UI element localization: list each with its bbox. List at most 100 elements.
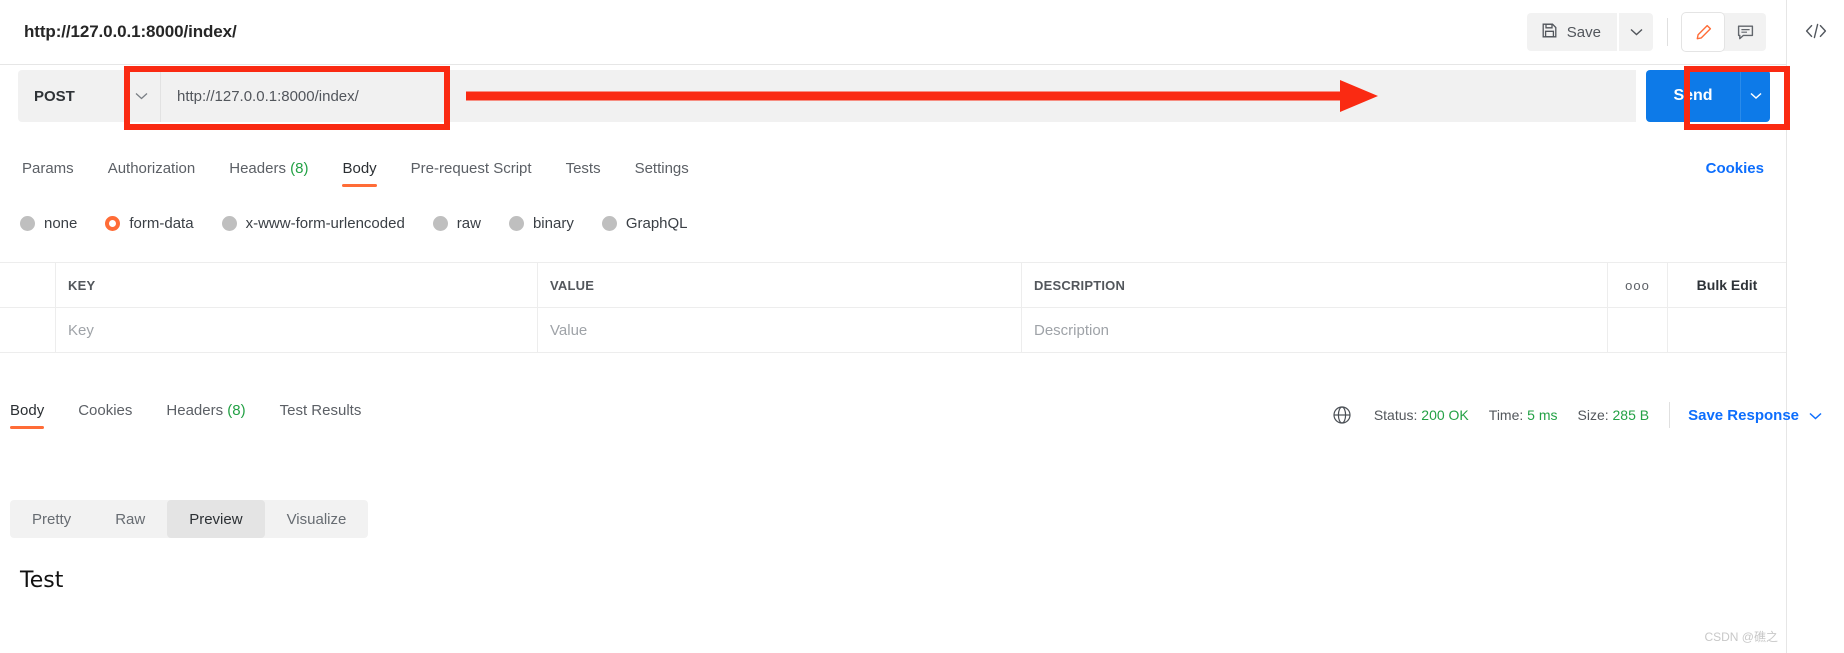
save-response-chevron-down-icon: [1809, 407, 1822, 424]
save-button[interactable]: Save: [1526, 13, 1617, 51]
radio-icon-form-data: [105, 215, 121, 231]
header-actions: Save: [1526, 13, 1786, 51]
row-options-cell: [1608, 308, 1668, 352]
save-options-chevron-down-icon[interactable]: [1617, 13, 1653, 51]
page-title: http://127.0.0.1:8000/index/: [24, 22, 237, 41]
radio-icon-graphql: [601, 215, 617, 231]
header-icon-group: [1682, 13, 1766, 51]
view-mode-pretty[interactable]: Pretty: [10, 500, 93, 538]
tab-authorization-label: Authorization: [107, 160, 196, 177]
body-type-form-data[interactable]: form-data: [105, 214, 194, 232]
table-header-row: KEY VALUE DESCRIPTION ooo Bulk Edit: [0, 263, 1786, 308]
response-tab-cookies[interactable]: Cookies: [78, 402, 132, 429]
body-type-none-label: none: [44, 214, 78, 232]
tab-settings[interactable]: Settings: [635, 160, 689, 187]
tab-headers-count: (8): [290, 160, 309, 177]
response-size: Size: 285 B: [1578, 407, 1650, 423]
body-type-urlencoded[interactable]: x-www-form-urlencoded: [221, 214, 405, 232]
tab-pre-request-script[interactable]: Pre-request Script: [411, 160, 532, 187]
body-type-none[interactable]: none: [20, 215, 77, 232]
tab-headers[interactable]: Headers (8): [229, 160, 308, 187]
body-type-graphql-label: GraphQL: [625, 214, 688, 232]
tab-headers-label: Headers: [229, 160, 286, 177]
method-chevron-down-icon: [135, 87, 148, 105]
table-options-ellipsis-icon[interactable]: ooo: [1608, 263, 1668, 307]
time-label: Time:: [1488, 407, 1524, 423]
bulk-edit-button[interactable]: Bulk Edit: [1668, 263, 1786, 307]
response-tab-cookies-label: Cookies: [78, 402, 133, 419]
postman-window: http://127.0.0.1:8000/index/ Save POST h…: [0, 0, 1844, 653]
response-tab-body[interactable]: Body: [10, 402, 45, 429]
radio-icon-urlencoded: [221, 215, 237, 231]
row-value-cell[interactable]: Value: [538, 308, 1022, 352]
row-value-placeholder: Value: [550, 321, 588, 339]
save-response-label: Save Response: [1688, 406, 1799, 424]
tab-tests-label: Tests: [565, 160, 601, 177]
response-tab-headers[interactable]: Headers (8): [166, 402, 245, 429]
http-method-selector[interactable]: POST: [18, 70, 160, 122]
body-type-raw[interactable]: raw: [432, 214, 481, 232]
send-options-chevron-down-icon[interactable]: [1740, 70, 1770, 122]
header-divider: [1667, 18, 1668, 46]
status-value: 200 OK: [1421, 407, 1469, 423]
response-tab-test-results-label: Test Results: [279, 402, 362, 419]
right-sidebar: [1786, 0, 1844, 653]
table-header-gutter: [0, 263, 56, 307]
tab-params-label: Params: [22, 160, 74, 177]
size-label: Size:: [1577, 407, 1609, 423]
request-header: http://127.0.0.1:8000/index/ Save: [0, 0, 1786, 65]
save-button-label: Save: [1566, 23, 1601, 41]
body-type-radio-group: none form-data x-www-form-urlencoded raw…: [20, 208, 716, 238]
column-header-value: VALUE: [538, 263, 1022, 307]
save-response-button[interactable]: Save Response: [1688, 407, 1822, 424]
view-mode-preview[interactable]: Preview: [167, 500, 265, 538]
body-type-raw-label: raw: [456, 214, 481, 232]
column-header-description: DESCRIPTION: [1022, 263, 1608, 307]
view-mode-raw[interactable]: Raw: [93, 500, 167, 538]
code-brackets-icon[interactable]: [1798, 14, 1834, 48]
body-type-binary-label: binary: [532, 214, 574, 232]
response-tab-body-label: Body: [10, 402, 45, 419]
response-view-mode-group: Pretty Raw Preview Visualize: [10, 500, 369, 538]
response-time: Time: 5 ms: [1489, 407, 1558, 423]
size-value: 285 B: [1612, 407, 1650, 423]
tab-authorization[interactable]: Authorization: [108, 160, 196, 187]
view-mode-visualize[interactable]: Visualize: [265, 500, 369, 538]
row-description-cell[interactable]: Description: [1022, 308, 1608, 352]
tab-body-label: Body: [342, 160, 377, 177]
body-type-urlencoded-label: x-www-form-urlencoded: [245, 214, 405, 232]
table-row: Key Value Description: [0, 308, 1786, 353]
body-type-graphql[interactable]: GraphQL: [601, 214, 688, 232]
send-button-group: Send: [1646, 70, 1770, 122]
status-label: Status:: [1373, 407, 1418, 423]
status-divider: [1669, 402, 1671, 428]
save-button-group: Save: [1526, 13, 1653, 51]
pencil-icon[interactable]: [1682, 13, 1724, 51]
tab-body[interactable]: Body: [342, 160, 377, 187]
column-header-value-label: VALUE: [550, 277, 595, 293]
row-description-placeholder: Description: [1034, 321, 1110, 339]
send-button[interactable]: Send: [1646, 70, 1740, 122]
request-tabs: Params Authorization Headers (8) Body Pr…: [0, 160, 1786, 202]
response-tab-test-results[interactable]: Test Results: [280, 402, 362, 429]
row-key-placeholder: Key: [68, 321, 94, 339]
tab-tests[interactable]: Tests: [566, 160, 601, 187]
row-key-cell[interactable]: Key: [56, 308, 538, 352]
watermark: CSDN @礁之: [1704, 630, 1778, 644]
comment-icon[interactable]: [1724, 13, 1766, 51]
floppy-disk-icon: [1541, 22, 1558, 43]
response-tab-headers-count: (8): [227, 402, 246, 419]
globe-icon[interactable]: [1332, 405, 1352, 425]
tab-params[interactable]: Params: [22, 160, 74, 187]
body-type-binary[interactable]: binary: [508, 214, 574, 232]
response-tab-headers-label: Headers: [166, 402, 224, 419]
url-bar: POST Send: [18, 70, 1770, 122]
row-end-cell: [1668, 308, 1786, 352]
radio-icon-raw: [432, 215, 448, 231]
url-input[interactable]: [160, 70, 1636, 122]
cookies-link[interactable]: Cookies: [1706, 160, 1764, 177]
body-type-form-data-label: form-data: [129, 214, 194, 232]
column-header-key-label: KEY: [68, 277, 96, 293]
tab-settings-label: Settings: [634, 160, 689, 177]
row-checkbox-gutter[interactable]: [0, 308, 56, 352]
